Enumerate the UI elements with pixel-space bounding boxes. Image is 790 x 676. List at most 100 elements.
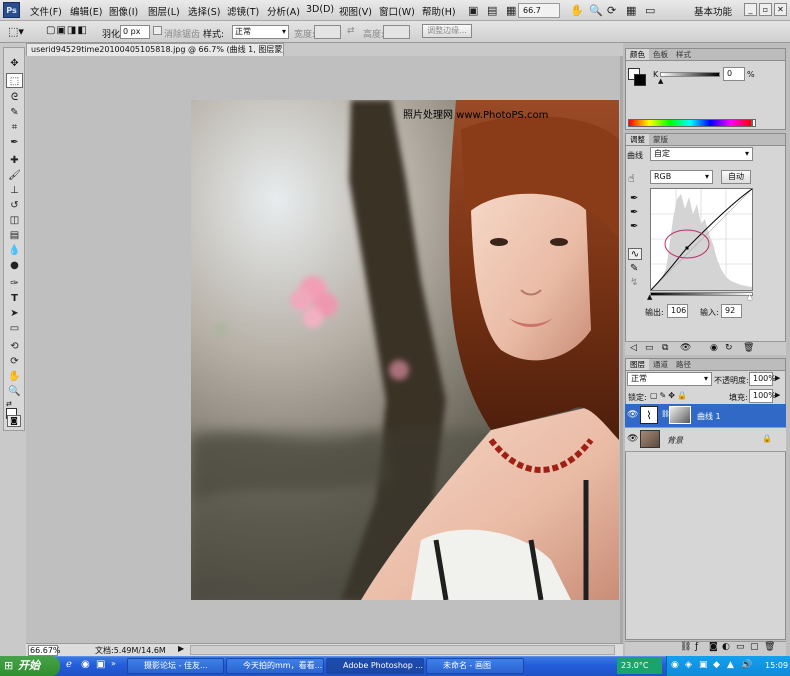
blur-tool-icon[interactable]: 💧 [6,243,23,258]
antialias-checkbox[interactable] [153,26,162,35]
arrange-icon[interactable]: ▦ [506,4,516,17]
opacity-input[interactable]: 100% [749,372,776,386]
delete-icon[interactable]: 🗑 [743,343,754,353]
previous-state-icon[interactable]: ◉ [710,343,718,353]
task-paint[interactable]: 未命名 - 画图 [426,658,524,674]
feather-input[interactable]: 0 px [120,25,150,39]
marquee-tool-icon[interactable]: ⬚ [6,73,23,88]
menu-file[interactable]: 文件(F) [30,4,62,18]
horizontal-scrollbar[interactable] [190,645,615,655]
tab-paths[interactable]: 路径 [672,359,695,370]
tab-layers[interactable]: 图层 [626,359,649,370]
return-to-list-icon[interactable]: ◁ [630,343,637,353]
k-slider[interactable] [660,72,720,77]
task-forum[interactable]: 摄影论坛 - 佳友... [127,658,224,674]
k-value-input[interactable]: 0 [723,67,745,81]
eraser-tool-icon[interactable]: ◫ [6,213,23,228]
dodge-tool-icon[interactable]: ● [6,258,23,273]
white-point-eyedropper-icon[interactable]: ✒ [630,221,638,232]
clock[interactable]: 15:09 [765,661,788,670]
brush-tool-icon[interactable]: 🖌 [6,168,23,183]
fill-input[interactable]: 100% [749,389,776,403]
tab-swatches[interactable]: 色板 [649,49,672,60]
style-select[interactable]: 正常 ▾ [232,25,289,39]
selection-mode-icons[interactable]: ▢▣◨◧ [46,25,88,36]
layer-visibility-icon[interactable]: 👁 [627,410,638,420]
lasso-tool-icon[interactable]: ᘓ [6,90,23,105]
curves-graph[interactable] [650,188,753,291]
pen-tool-icon[interactable]: ✑ [6,276,23,291]
tray-icon-5[interactable]: ▲ [727,660,734,670]
smooth-icon[interactable]: ↯ [630,277,638,288]
fill-arrow-icon[interactable]: ▶ [775,391,780,399]
link-layers-icon[interactable]: ⛓ [680,642,691,652]
pencil-icon[interactable]: ✎ [630,263,638,274]
layer-visibility-icon[interactable]: 👁 [627,434,638,444]
status-menu-icon[interactable]: ▶ [178,644,184,653]
menu-help[interactable]: 帮助(H) [422,4,456,18]
close-button[interactable]: ✕ [774,3,787,16]
black-point-eyedropper-icon[interactable]: ✒ [630,193,638,204]
clone-stamp-tool-icon[interactable]: ⊥ [6,183,23,198]
layer-row-background[interactable]: 👁 背景 🔒 [625,428,786,452]
tab-color[interactable]: 颜色 [626,49,649,60]
blend-mode-select[interactable]: 正常 ▾ [627,372,712,386]
curve-point-icon[interactable]: ∿ [628,248,642,260]
new-adjustment-icon[interactable]: ◐ [722,642,730,652]
auto-button[interactable]: 自动 [721,170,751,184]
bridge-icon[interactable]: ▣ [468,4,478,17]
document-tab[interactable]: userid94529time20100405105818.jpg @ 66.7… [26,43,284,56]
quick-mask-icon[interactable]: ◙ [7,415,21,427]
layer-mask-thumbnail[interactable] [669,406,691,424]
layer-name[interactable]: 背景 [667,435,683,446]
white-slider-icon[interactable]: ▲ [747,293,752,301]
channel-select[interactable]: RGB ▾ [650,170,713,184]
eyedropper-tool-icon[interactable]: ✒ [6,135,23,150]
new-group-icon[interactable]: ▭ [736,642,745,652]
layer-name[interactable]: 曲线 1 [697,411,721,422]
output-input[interactable]: 106 [667,304,688,318]
grid-icon[interactable]: ▦ [626,4,636,17]
menu-window[interactable]: 窗口(W) [379,4,415,18]
task-browser[interactable]: 今天拍的mm，看看... [226,658,324,674]
move-tool-icon[interactable]: ✥ [6,56,23,71]
slider-handle-icon[interactable]: ▲ [658,77,663,85]
swap-icon[interactable]: ⇄ [347,26,355,36]
quicklaunch-icon-2[interactable]: ◉ [81,659,90,670]
task-photoshop[interactable]: Adobe Photoshop ... [326,658,424,674]
tray-icon-2[interactable]: ◈ [685,660,692,670]
menu-image[interactable]: 图像(I) [109,4,138,18]
preset-select[interactable]: 自定 ▾ [650,147,753,161]
photo-image[interactable] [191,100,619,600]
tray-icon-4[interactable]: ◆ [713,660,720,670]
tray-icon-1[interactable]: ◉ [671,660,679,670]
3d-rotate-tool-icon[interactable]: ⟲ [6,339,23,354]
clip-layer-icon[interactable]: ⧉ [662,343,668,353]
quicklaunch-icon-3[interactable]: ▣ [96,659,105,670]
color-spectrum-bar[interactable] [628,119,752,127]
swap-colors-icon[interactable]: ⇄ [6,400,12,408]
volume-icon[interactable]: 🔊 [741,660,752,670]
quick-select-tool-icon[interactable]: ✎ [6,105,23,120]
height-input[interactable] [383,25,410,39]
menu-edit[interactable]: 编辑(E) [70,4,102,18]
gradient-tool-icon[interactable]: ▤ [6,228,23,243]
history-brush-tool-icon[interactable]: ↺ [6,198,23,213]
workspace-switcher[interactable]: 基本功能 [694,4,732,18]
menu-layer[interactable]: 图层(L) [148,4,180,18]
healing-brush-tool-icon[interactable]: ✚ [6,153,23,168]
visibility-icon[interactable]: 👁 [680,343,691,353]
fx-icon[interactable]: ƒ [695,642,698,652]
zoom-icon[interactable]: 🔍 [589,4,603,17]
reset-icon[interactable]: ↻ [725,343,733,353]
menu-view[interactable]: 视图(V) [339,4,372,18]
layer-row-curves[interactable]: 👁 ⌇ ⛓ 曲线 1 [625,404,786,428]
input-input[interactable]: 92 [721,304,742,318]
add-mask-icon[interactable]: ◙ [709,642,718,652]
tab-channels[interactable]: 通道 [649,359,672,370]
menu-3d[interactable]: 3D(D) [306,4,334,15]
width-input[interactable] [314,25,341,39]
path-select-tool-icon[interactable]: ➤ [6,306,23,321]
lock-options-icons[interactable]: ▢✎✥🔒 [650,391,689,400]
black-slider-icon[interactable]: ▲ [647,293,652,301]
